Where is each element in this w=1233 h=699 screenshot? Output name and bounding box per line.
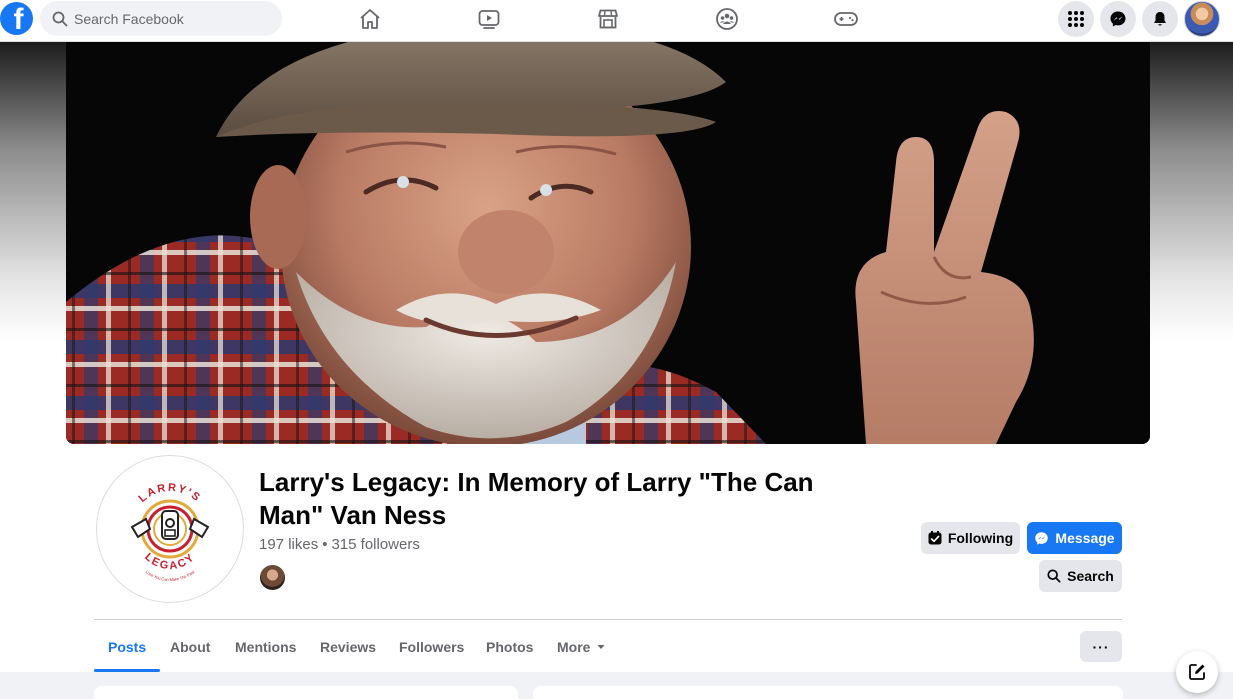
following-check-icon <box>928 531 942 545</box>
tab-mentions[interactable]: Mentions <box>221 624 310 670</box>
intro-card <box>94 686 518 699</box>
cover-photo-image <box>66 42 1150 444</box>
message-label: Message <box>1055 530 1115 546</box>
tab-more[interactable]: More <box>543 624 620 670</box>
likes-count[interactable]: 197 likes <box>259 536 318 553</box>
tab-posts[interactable]: Posts <box>94 624 161 672</box>
account-avatar[interactable] <box>1184 1 1220 37</box>
tab-followers[interactable]: Followers <box>385 624 478 670</box>
chevron-down-icon <box>597 645 605 649</box>
tab-followers-label: Followers <box>399 639 465 655</box>
tab-more-label: More <box>557 639 591 655</box>
message-button[interactable]: Message <box>1027 522 1122 554</box>
search-label: Search <box>1067 568 1114 584</box>
tab-posts-label: Posts <box>108 639 147 655</box>
search-icon <box>1047 569 1061 583</box>
search-input[interactable] <box>74 10 274 27</box>
stats-separator: • <box>322 536 328 553</box>
new-message-button[interactable] <box>1176 651 1218 693</box>
more-options-icon: ··· <box>1092 638 1110 655</box>
notifications-icon[interactable] <box>1142 1 1178 37</box>
page-title: Larry's Legacy: In Memory of Larry "The … <box>259 467 814 530</box>
tab-photos[interactable]: Photos <box>472 624 547 670</box>
search-icon <box>52 11 68 26</box>
home-icon[interactable] <box>357 6 383 32</box>
top-navigation-bar: f <box>0 0 1233 42</box>
header-divider <box>94 619 1122 620</box>
groups-icon[interactable] <box>714 6 740 32</box>
messenger-icon[interactable] <box>1100 1 1136 37</box>
posts-card <box>533 686 1123 699</box>
facebook-logo-letter: f <box>13 3 24 35</box>
followers-count[interactable]: 315 followers <box>331 536 419 553</box>
gaming-icon[interactable] <box>833 6 859 32</box>
tab-mentions-label: Mentions <box>235 639 297 655</box>
tab-reviews[interactable]: Reviews <box>306 624 390 670</box>
following-label: Following <box>947 530 1014 546</box>
larrys-legacy-logo: LARRY'S LEGACY Love You Can Make The Pas… <box>130 482 210 582</box>
tab-about[interactable]: About <box>156 624 224 670</box>
marketplace-icon[interactable] <box>595 6 621 32</box>
cover-photo[interactable] <box>66 42 1150 444</box>
tab-photos-label: Photos <box>486 639 534 655</box>
menu-grid-icon[interactable] <box>1058 1 1094 37</box>
facebook-logo[interactable]: f <box>0 2 33 35</box>
follower-avatar[interactable] <box>258 563 287 592</box>
svg-text:LEGACY: LEGACY <box>142 551 198 573</box>
logo-bottom-text: LEGACY <box>142 551 196 573</box>
tab-about-label: About <box>170 639 211 655</box>
search-bar[interactable] <box>40 1 282 36</box>
more-options-button[interactable]: ··· <box>1080 631 1122 662</box>
following-button[interactable]: Following <box>921 522 1020 554</box>
page-stats: 197 likes • 315 followers <box>259 536 420 553</box>
tab-reviews-label: Reviews <box>320 639 377 655</box>
page-profile-picture[interactable]: LARRY'S LEGACY Love You Can Make The Pas… <box>96 455 244 603</box>
compose-icon <box>1189 664 1205 680</box>
messenger-icon <box>1035 531 1049 545</box>
page-search-button[interactable]: Search <box>1039 560 1122 592</box>
watch-icon[interactable] <box>476 6 502 32</box>
